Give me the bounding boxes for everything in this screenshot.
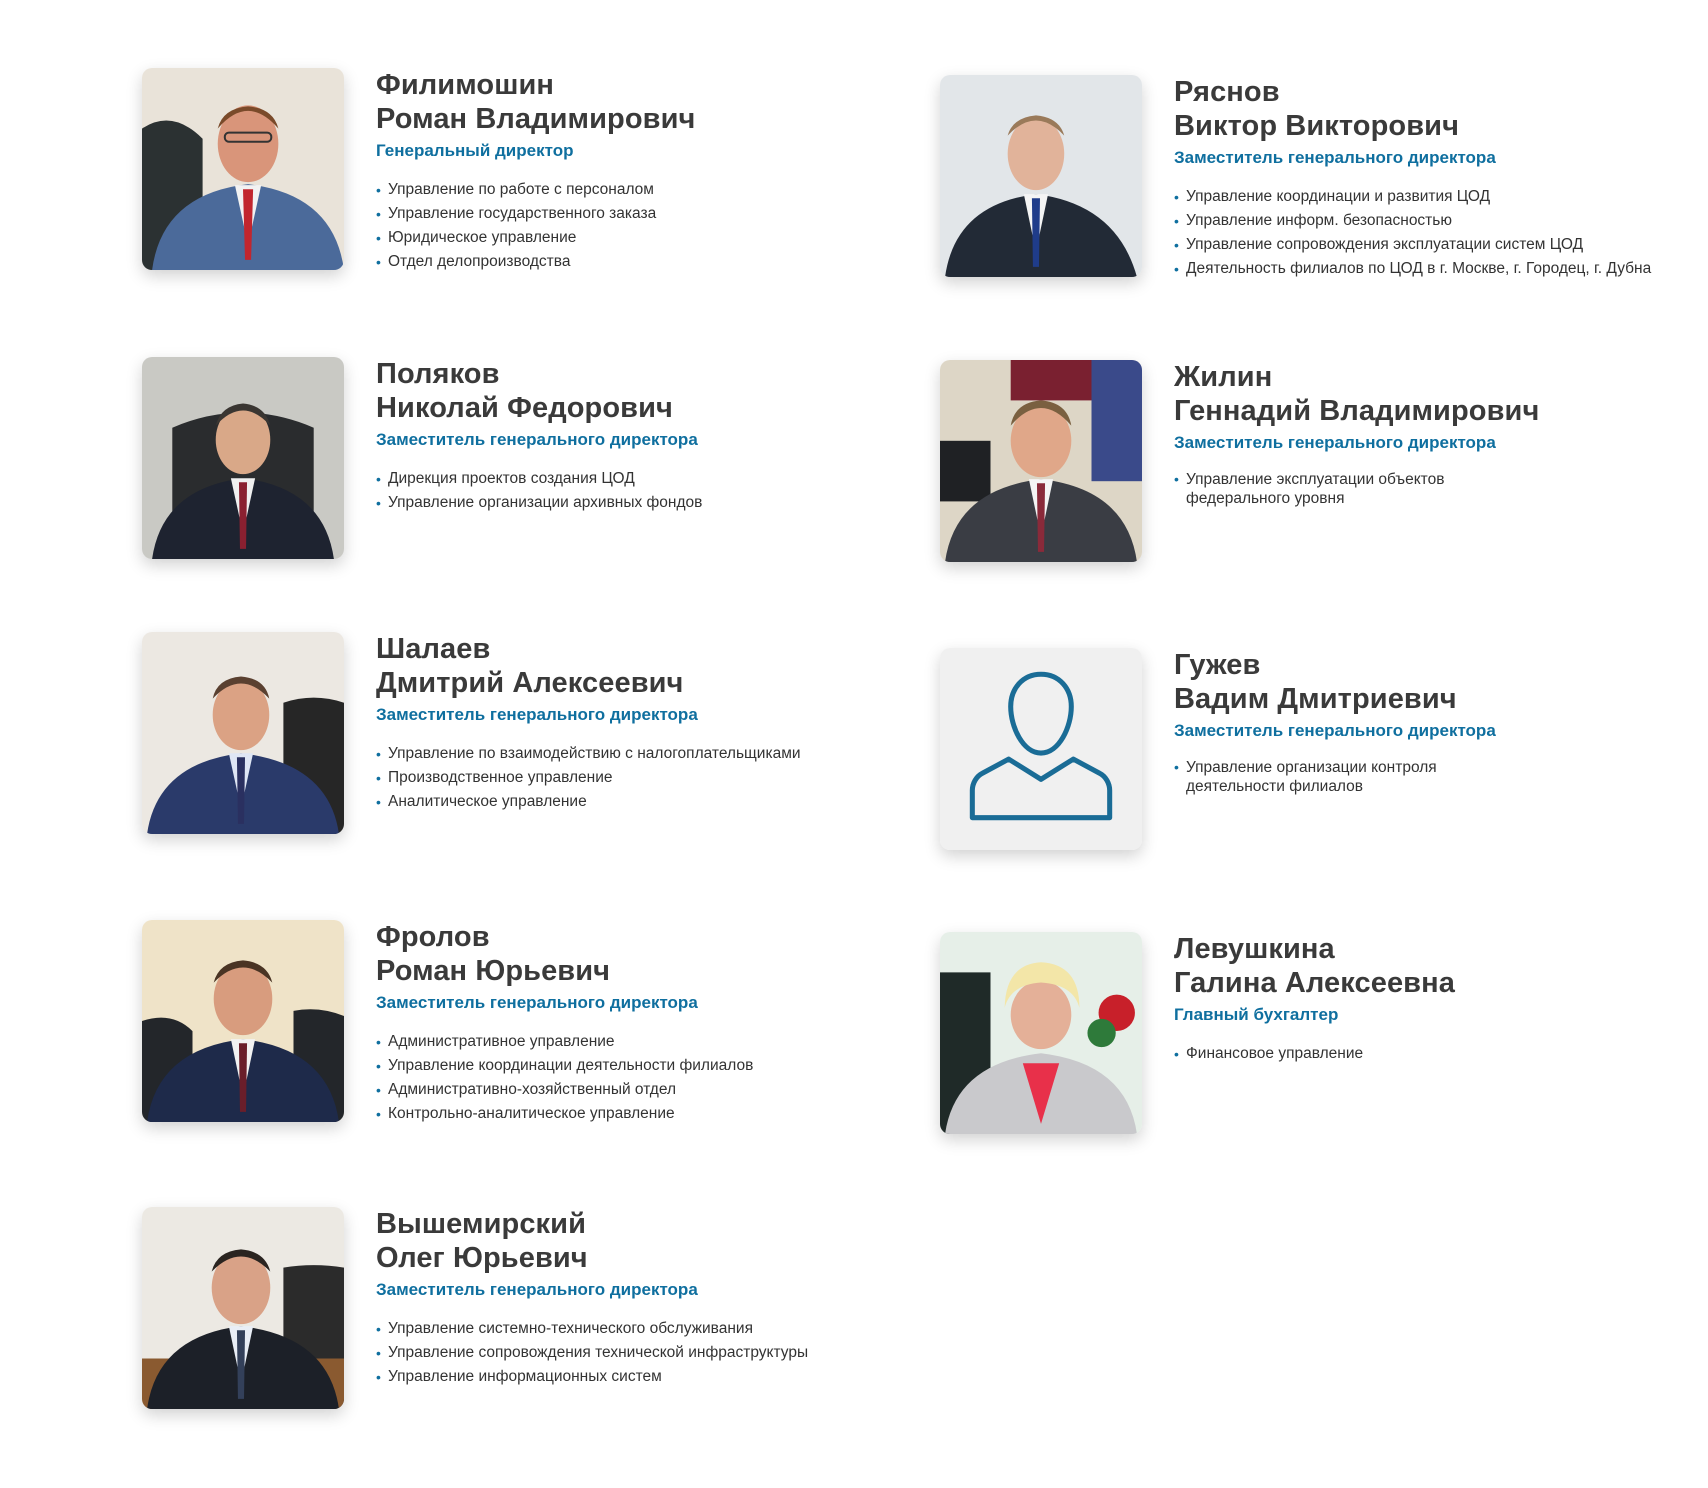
person-photo	[142, 1207, 344, 1409]
person-surname: Фролов	[376, 921, 490, 953]
person-photo	[940, 932, 1142, 1134]
person-given-name: Николай Федорович	[376, 392, 673, 424]
person-photo	[142, 68, 344, 270]
duties-list: Управление организации контроля деятельн…	[1174, 758, 1474, 796]
duty-item: Производственное управление	[376, 766, 896, 790]
person-photo	[940, 648, 1142, 850]
person-given-name: Олег Юрьевич	[376, 1242, 588, 1274]
person-role: Заместитель генерального директора	[1174, 433, 1496, 452]
person-role: Заместитель генерального директора	[376, 993, 698, 1012]
person-given-name: Геннадий Владимирович	[1174, 395, 1540, 427]
person-photo	[142, 632, 344, 834]
duty-item: Деятельность филиалов по ЦОД в г. Москве…	[1174, 257, 1708, 281]
person-surname: Жилин	[1174, 361, 1273, 393]
person-surname: Ряснов	[1174, 76, 1280, 108]
portrait-image	[142, 68, 344, 270]
duty-item: Дирекция проектов создания ЦОД	[376, 467, 896, 491]
duty-item: Управление организации контроля деятельн…	[1174, 758, 1474, 796]
duties-list: Дирекция проектов создания ЦОД Управлени…	[376, 467, 896, 515]
person-role: Заместитель генерального директора	[376, 705, 698, 724]
portrait-image	[142, 1207, 344, 1409]
duty-item: Контрольно-аналитическое управление	[376, 1102, 896, 1126]
person-info: Поляков Николай Федорович Заместитель ге…	[376, 357, 896, 515]
portrait-image	[940, 360, 1142, 562]
person-info: Ряснов Виктор Викторович Заместитель ген…	[1174, 75, 1708, 281]
duty-item: Управление по работе с персоналом	[376, 178, 896, 202]
duties-list: Управление по работе с персоналом Управл…	[376, 178, 896, 274]
duty-item: Административно-хозяйственный отдел	[376, 1078, 896, 1102]
duty-item: Аналитическое управление	[376, 790, 896, 814]
person-role: Заместитель генерального директора	[1174, 148, 1496, 167]
portrait-image	[142, 920, 344, 1122]
duty-item: Управление организации архивных фондов	[376, 491, 896, 515]
person-photo	[940, 360, 1142, 562]
person-role: Главный бухгалтер	[1174, 1005, 1339, 1024]
person-info: Левушкина Галина Алексеевна Главный бухг…	[1174, 932, 1694, 1066]
duties-list: Управление по взаимодействию с налогопла…	[376, 742, 896, 814]
person-given-name: Вадим Дмитриевич	[1174, 683, 1457, 715]
duty-item: Управление системно-технического обслужи…	[376, 1317, 896, 1341]
person-photo	[940, 75, 1142, 277]
person-surname: Вышемирский	[376, 1208, 587, 1240]
person-given-name: Виктор Викторович	[1174, 110, 1460, 142]
person-info: Шалаев Дмитрий Алексеевич Заместитель ге…	[376, 632, 896, 814]
person-surname: Гужев	[1174, 649, 1261, 681]
portrait-image	[940, 932, 1142, 1134]
person-given-name: Роман Владимирович	[376, 103, 696, 135]
duty-item: Управление информ. безопасностью	[1174, 209, 1708, 233]
portrait-image	[142, 632, 344, 834]
person-given-name: Галина Алексеевна	[1174, 967, 1455, 999]
duty-item: Управление информационных систем	[376, 1365, 896, 1389]
duty-item: Административное управление	[376, 1030, 896, 1054]
person-surname: Поляков	[376, 358, 500, 390]
person-photo	[142, 920, 344, 1122]
portrait-image	[142, 357, 344, 559]
duty-item: Финансовое управление	[1174, 1042, 1694, 1066]
person-info: Филимошин Роман Владимирович Генеральный…	[376, 68, 896, 274]
person-given-name: Роман Юрьевич	[376, 955, 611, 987]
duties-list: Финансовое управление	[1174, 1042, 1694, 1066]
person-info: Жилин Геннадий Владимирович Заместитель …	[1174, 360, 1694, 508]
person-info: Фролов Роман Юрьевич Заместитель генерал…	[376, 920, 896, 1126]
duty-item: Управление координации и развития ЦОД	[1174, 185, 1708, 209]
person-surname: Шалаев	[376, 633, 491, 665]
person-info: Гужев Вадим Дмитриевич Заместитель генер…	[1174, 648, 1694, 796]
person-photo	[142, 357, 344, 559]
person-given-name: Дмитрий Алексеевич	[376, 667, 684, 699]
person-role: Генеральный директор	[376, 141, 574, 160]
person-surname: Левушкина	[1174, 933, 1335, 965]
duty-item: Юридическое управление	[376, 226, 896, 250]
portrait-image	[940, 75, 1142, 277]
duties-list: Управление эксплуатации объектов федерал…	[1174, 470, 1474, 508]
duty-item: Отдел делопроизводства	[376, 250, 896, 274]
duties-list: Управление координации и развития ЦОД Уп…	[1174, 185, 1708, 281]
duties-list: Управление системно-технического обслужи…	[376, 1317, 896, 1389]
person-info: Вышемирский Олег Юрьевич Заместитель ген…	[376, 1207, 896, 1389]
duty-item: Управление координации деятельности фили…	[376, 1054, 896, 1078]
duty-item: Управление сопровождения технической инф…	[376, 1341, 896, 1365]
avatar-placeholder-icon	[940, 648, 1142, 850]
person-surname: Филимошин	[376, 69, 555, 101]
duties-list: Административное управление Управление к…	[376, 1030, 896, 1126]
person-role: Заместитель генерального директора	[1174, 721, 1496, 740]
person-role: Заместитель генерального директора	[376, 1280, 698, 1299]
duty-item: Управление сопровождения эксплуатации си…	[1174, 233, 1708, 257]
duty-item: Управление эксплуатации объектов федерал…	[1174, 470, 1474, 508]
duty-item: Управление государственного заказа	[376, 202, 896, 226]
person-role: Заместитель генерального директора	[376, 430, 698, 449]
duty-item: Управление по взаимодействию с налогопла…	[376, 742, 896, 766]
